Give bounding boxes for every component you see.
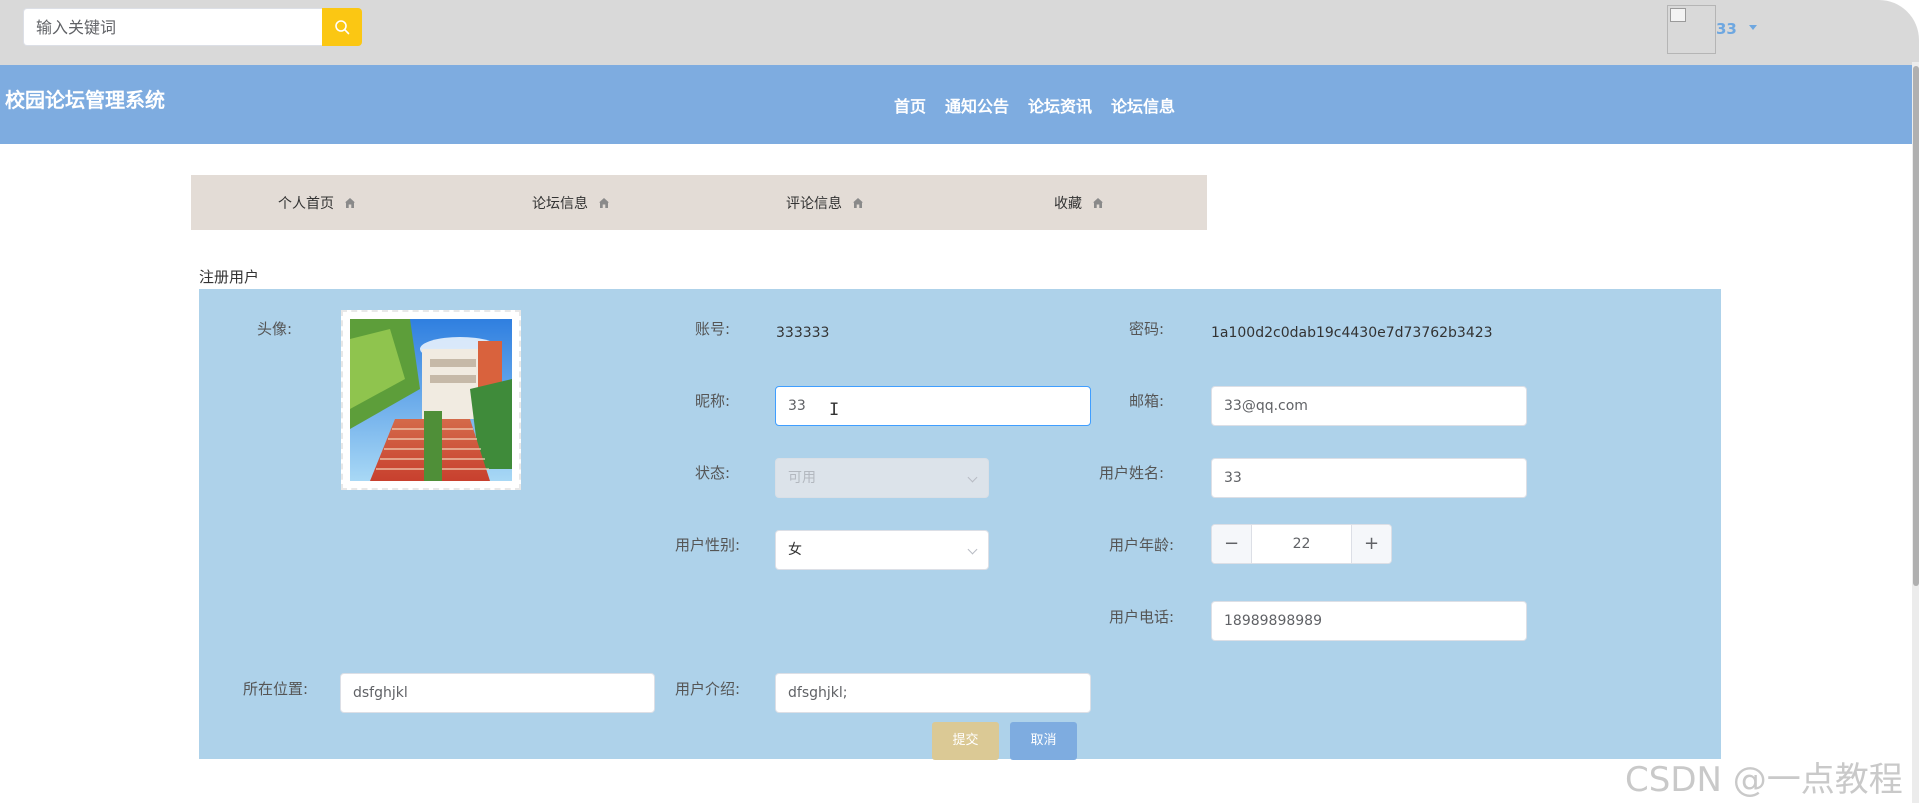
tab-label: 论坛信息	[532, 195, 588, 212]
phone-input[interactable]: 18989898989	[1211, 601, 1527, 641]
password-label: 密码:	[1128, 320, 1164, 338]
site-title: 校园论坛管理系统	[5, 88, 165, 112]
scrollbar-thumb[interactable]	[1913, 66, 1919, 586]
email-label: 邮箱:	[1128, 392, 1164, 410]
location-label: 所在位置:	[242, 680, 308, 698]
email-input[interactable]: 33@qq.com	[1211, 386, 1527, 426]
status-select-value: 可用	[788, 470, 816, 486]
avatar[interactable]	[1667, 5, 1716, 54]
password-value: 1a100d2c0dab19c4430e7d73762b3423	[1211, 325, 1493, 341]
home-icon	[345, 197, 355, 208]
account-label: 账号:	[694, 320, 730, 338]
home-icon	[599, 197, 609, 208]
gender-select-value: 女	[788, 542, 802, 558]
home-icon	[1093, 197, 1103, 208]
broken-image-icon	[1670, 8, 1686, 22]
tab-comments[interactable]: 评论信息	[786, 175, 864, 230]
home-icon	[853, 197, 863, 208]
tab-label: 收藏	[1054, 195, 1082, 212]
tab-forum-info[interactable]: 论坛信息	[532, 175, 610, 230]
status-select[interactable]: 可用	[775, 458, 989, 498]
nav-item-forum-news[interactable]: 论坛资讯	[1028, 93, 1092, 117]
search-icon	[335, 20, 350, 35]
chevron-down-icon	[967, 472, 978, 483]
tab-label: 个人首页	[278, 195, 334, 212]
location-input[interactable]: dsfghjkl	[340, 673, 655, 713]
avatar-label: 头像:	[256, 320, 292, 338]
tab-favorites[interactable]: 收藏	[1054, 175, 1104, 230]
submit-button[interactable]: 提交	[932, 722, 999, 760]
watermark: CSDN @一点教程	[1625, 760, 1903, 800]
status-label: 状态:	[694, 464, 730, 482]
intro-label: 用户介绍:	[674, 680, 740, 698]
age-value[interactable]: 22	[1252, 525, 1351, 563]
phone-label: 用户电话:	[1108, 608, 1174, 626]
search-button[interactable]	[322, 8, 362, 46]
age-increment-button[interactable]: +	[1351, 525, 1391, 563]
chevron-down-icon	[967, 544, 978, 555]
tab-profile[interactable]: 个人首页	[278, 175, 356, 230]
age-decrement-button[interactable]: −	[1212, 525, 1252, 563]
nickname-label: 昵称:	[694, 392, 730, 410]
gender-label: 用户性别:	[674, 536, 740, 554]
age-label: 用户年龄:	[1108, 536, 1174, 554]
nav-item-forum-info[interactable]: 论坛信息	[1111, 93, 1175, 117]
site-header: 校园论坛管理系统 首页 通知公告 论坛资讯 论坛信息	[0, 65, 1912, 144]
campus-photo	[350, 319, 512, 481]
age-stepper[interactable]: − 22 +	[1211, 524, 1392, 564]
tab-label: 评论信息	[786, 195, 842, 212]
account-value: 333333	[776, 325, 830, 341]
cancel-button[interactable]: 取消	[1010, 722, 1077, 760]
intro-input[interactable]: dfsghjkl;	[775, 673, 1091, 713]
real-name-input[interactable]: 33	[1211, 458, 1527, 498]
main-nav: 首页 通知公告 论坛资讯 论坛信息	[894, 93, 1175, 117]
real-name-label: 用户姓名:	[1098, 464, 1164, 482]
user-dropdown-caret-icon[interactable]	[1749, 25, 1757, 30]
section-title: 注册用户	[199, 268, 260, 286]
user-name[interactable]: 33	[1716, 20, 1737, 38]
search-input[interactable]	[23, 8, 322, 46]
top-bar: 33	[0, 0, 1919, 65]
avatar-upload[interactable]	[341, 310, 521, 490]
text-cursor-icon: I	[829, 400, 840, 420]
user-center-tabs: 个人首页 论坛信息 评论信息 收藏	[191, 175, 1207, 230]
nav-item-home[interactable]: 首页	[894, 93, 926, 117]
gender-select[interactable]: 女	[775, 530, 989, 570]
nav-item-notices[interactable]: 通知公告	[945, 93, 1009, 117]
